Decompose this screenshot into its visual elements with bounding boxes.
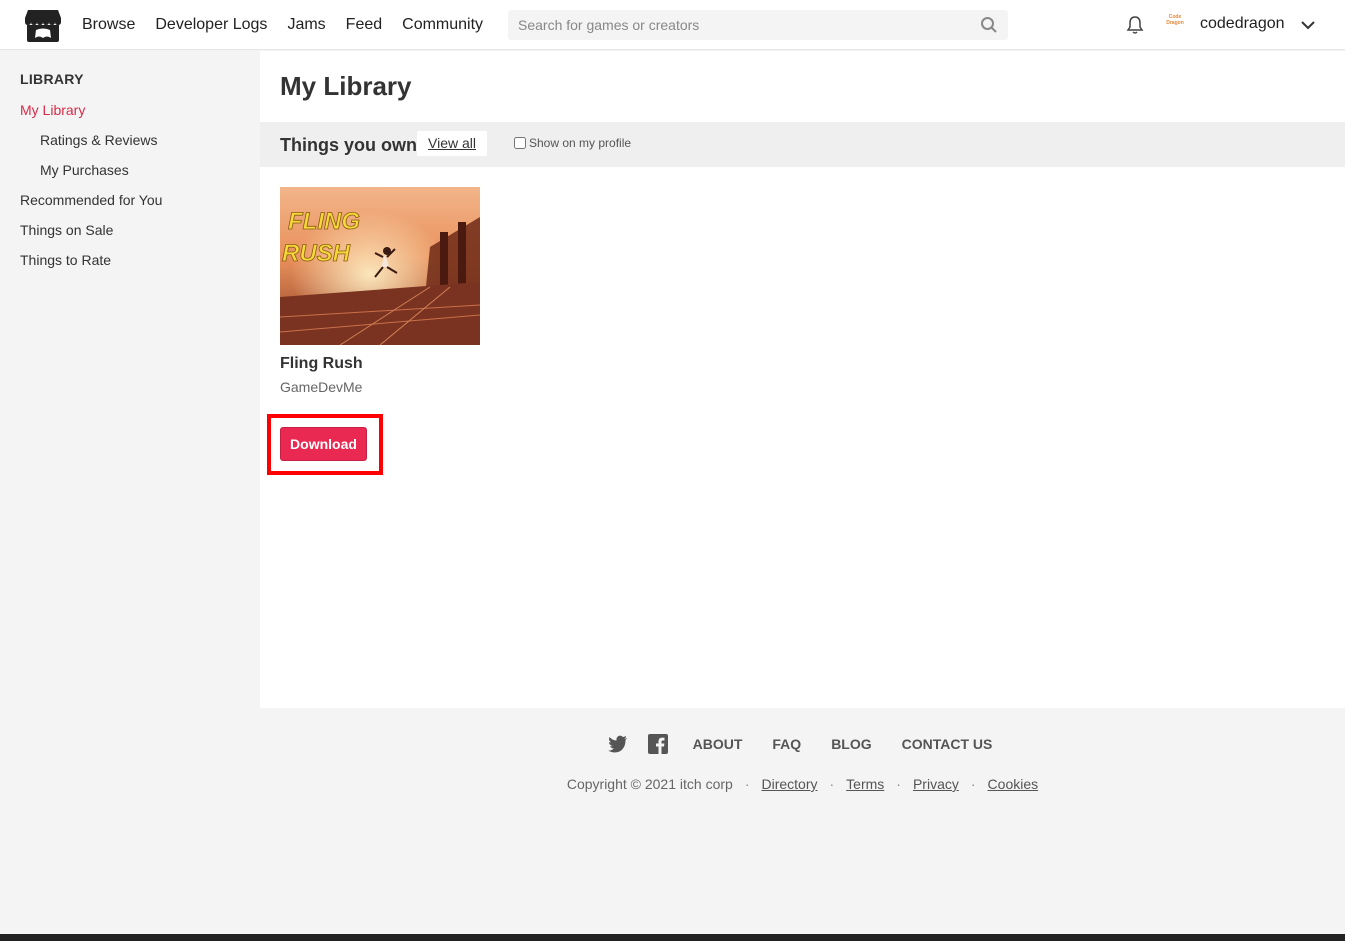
show-on-profile-checkbox[interactable] (514, 137, 526, 149)
main-nav: Browse Developer Logs Jams Feed Communit… (82, 0, 503, 50)
footer-directory-link[interactable]: Directory (761, 776, 817, 792)
footer-blog-link[interactable]: BLOG (831, 736, 871, 752)
window-bottom-edge (0, 934, 1345, 941)
page-title: My Library (280, 71, 412, 101)
avatar[interactable]: Code Dragon (1162, 14, 1188, 34)
footer-faq-link[interactable]: FAQ (772, 736, 801, 752)
library-sidebar: LIBRARY My Library Ratings & Reviews My … (0, 51, 260, 707)
sidebar-item-ratings-reviews[interactable]: Ratings & Reviews (40, 132, 158, 148)
chevron-down-icon[interactable] (1300, 17, 1316, 33)
sidebar-item-things-on-sale[interactable]: Things on Sale (20, 222, 113, 238)
footer-about-link[interactable]: ABOUT (693, 736, 743, 752)
itch-logo-icon[interactable] (24, 8, 62, 43)
section-header: Things you own View all Show on my profi… (260, 122, 1345, 167)
footer-terms-link[interactable]: Terms (846, 776, 884, 792)
sidebar-item-recommended[interactable]: Recommended for You (20, 192, 162, 208)
nav-developer-logs[interactable]: Developer Logs (155, 16, 267, 34)
footer-contact-link[interactable]: CONTACT US (902, 736, 993, 752)
sidebar-item-things-to-rate[interactable]: Things to Rate (20, 252, 111, 268)
copyright-line: Copyright © 2021 itch corp · Directory · Ter… (566, 776, 1039, 792)
section-title: Things you own (280, 135, 417, 155)
sidebar-heading: LIBRARY (20, 71, 84, 87)
facebook-icon[interactable] (647, 734, 668, 754)
sidebar-item-my-purchases[interactable]: My Purchases (40, 162, 129, 178)
footer-cookies-link[interactable]: Cookies (988, 776, 1039, 792)
username[interactable]: codedragon (1200, 15, 1285, 33)
notification-bell-icon[interactable] (1125, 15, 1145, 35)
cover-title-line-1: FLING (288, 208, 360, 235)
nav-browse[interactable]: Browse (82, 16, 135, 34)
nav-jams[interactable]: Jams (287, 16, 325, 34)
copyright-text: Copyright © 2021 itch corp (566, 776, 733, 792)
search-input[interactable] (508, 10, 968, 40)
twitter-icon[interactable] (607, 735, 628, 753)
sidebar-item-my-library[interactable]: My Library (20, 102, 85, 118)
footer-links: ABOUT FAQ BLOG CONTACT US (260, 734, 1345, 754)
game-cover-image[interactable]: FLING RUSH (280, 187, 480, 345)
cover-title-line-2: RUSH (282, 240, 351, 267)
nav-community[interactable]: Community (402, 16, 483, 34)
search-icon[interactable] (980, 16, 998, 34)
top-header: Browse Developer Logs Jams Feed Communit… (0, 0, 1345, 50)
search-bar (508, 10, 1008, 40)
site-footer: ABOUT FAQ BLOG CONTACT US Copyright © 20… (260, 708, 1345, 934)
show-on-profile-toggle[interactable]: Show on my profile (514, 136, 631, 150)
show-on-profile-label: Show on my profile (529, 136, 632, 150)
game-author-link[interactable]: GameDevMe (280, 379, 362, 395)
download-button[interactable]: Download (280, 427, 367, 461)
main-content: My Library Things you own View all Show … (260, 51, 1345, 708)
view-all-button[interactable]: View all (417, 131, 487, 156)
nav-feed[interactable]: Feed (346, 16, 382, 34)
game-title-link[interactable]: Fling Rush (280, 355, 363, 373)
footer-privacy-link[interactable]: Privacy (913, 776, 959, 792)
